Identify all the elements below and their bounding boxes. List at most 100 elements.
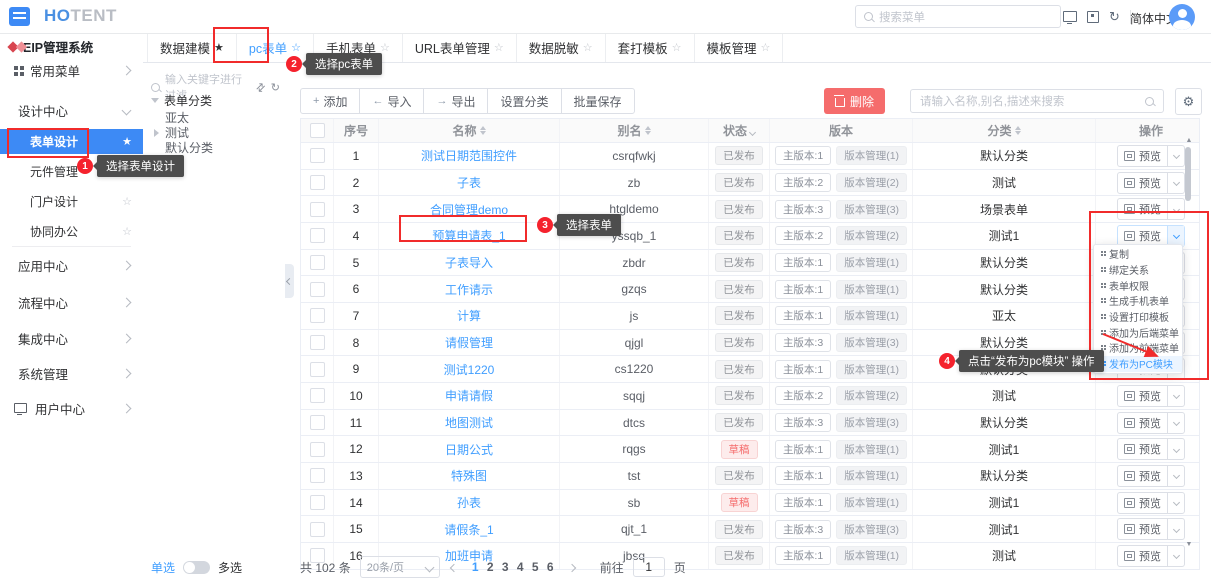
main-version-badge[interactable]: 主版本:3 (775, 200, 831, 219)
tree-node-默认分类[interactable]: 默认分类 (143, 140, 285, 155)
monitor-icon[interactable] (1063, 11, 1077, 22)
header-select-all[interactable] (301, 119, 334, 142)
preview-button-main[interactable]: 预览 (1118, 388, 1167, 404)
main-version-badge[interactable]: 主版本:3 (775, 333, 831, 352)
refresh-icon[interactable]: ↻ (271, 81, 280, 94)
sidebar-item-用户中心[interactable]: 用户中心 (0, 395, 143, 421)
sidebar-item-流程中心[interactable]: 流程中心 (0, 289, 143, 315)
version-mgmt-badge[interactable]: 版本管理(2) (836, 386, 907, 405)
checkbox[interactable] (310, 442, 325, 457)
checkbox[interactable] (310, 495, 325, 510)
action-dropdown-toggle[interactable] (1167, 519, 1184, 539)
form-name-link[interactable]: 地图测试 (445, 414, 493, 431)
form-name-link[interactable]: 合同管理demo (430, 201, 508, 218)
preview-button[interactable]: 预览 (1117, 198, 1185, 220)
checkbox[interactable] (310, 468, 325, 483)
preview-button-main[interactable]: 预览 (1118, 148, 1167, 164)
star-icon[interactable]: ☆ (122, 195, 132, 208)
sort-icon[interactable] (645, 126, 651, 135)
action-dropdown-toggle[interactable] (1167, 466, 1184, 486)
star-icon[interactable]: ☆ (761, 41, 771, 54)
page-number-5[interactable]: 5 (528, 560, 543, 574)
checkbox[interactable] (310, 415, 325, 430)
action-dropdown-toggle[interactable] (1167, 146, 1184, 166)
action-dropdown-toggle[interactable] (1167, 173, 1184, 193)
main-version-badge[interactable]: 主版本:1 (775, 493, 831, 512)
version-mgmt-badge[interactable]: 版本管理(1) (836, 440, 907, 459)
preview-button[interactable]: 预览 (1117, 172, 1185, 194)
checkbox[interactable] (310, 308, 325, 323)
single-select-label[interactable]: 单选 (151, 559, 175, 576)
fullscreen-icon[interactable] (1087, 11, 1099, 23)
form-name-link[interactable]: 子表导入 (445, 254, 493, 271)
sidebar-item-门户设计[interactable]: 门户设计☆ (0, 189, 143, 214)
main-version-badge[interactable]: 主版本:1 (775, 440, 831, 459)
version-mgmt-badge[interactable]: 版本管理(3) (836, 520, 907, 539)
main-version-badge[interactable]: 主版本:1 (775, 466, 831, 485)
preview-button-main[interactable]: 预览 (1118, 441, 1167, 457)
preview-button[interactable]: 预览 (1117, 412, 1185, 434)
action-dropdown-toggle[interactable] (1167, 439, 1184, 459)
main-version-badge[interactable]: 主版本:3 (775, 520, 831, 539)
checkbox[interactable] (310, 362, 325, 377)
version-mgmt-badge[interactable]: 版本管理(1) (836, 493, 907, 512)
version-mgmt-badge[interactable]: 版本管理(2) (836, 173, 907, 192)
preview-button-main[interactable]: 预览 (1118, 548, 1167, 564)
page-number-3[interactable]: 3 (498, 560, 513, 574)
dropdown-item-添加为后端菜单[interactable]: 添加为后端菜单 (1094, 324, 1182, 340)
form-name-link[interactable]: 孙表 (457, 494, 481, 511)
toolbar-button-导入[interactable]: ←导入 (359, 88, 424, 114)
tree-node-测试[interactable]: 测试 (143, 125, 285, 140)
version-mgmt-badge[interactable]: 版本管理(3) (836, 413, 907, 432)
tab-套打模板[interactable]: 套打模板☆ (606, 33, 695, 62)
refresh-icon[interactable]: ↻ (1109, 10, 1120, 23)
checkbox[interactable] (310, 175, 325, 190)
form-name-link[interactable]: 预算申请表_1 (432, 227, 505, 244)
preview-button-main[interactable]: 预览 (1118, 495, 1167, 511)
preview-button-main[interactable]: 预览 (1118, 228, 1167, 244)
tree-node-root[interactable]: 表单分类 (143, 93, 285, 108)
dropdown-item-发布为PC模块[interactable]: 发布为PC模块 (1094, 356, 1182, 372)
page-size-select[interactable]: 20条/页 (360, 556, 440, 578)
action-dropdown-toggle[interactable] (1167, 226, 1184, 246)
form-name-link[interactable]: 子表 (457, 174, 481, 191)
preview-button-main[interactable]: 预览 (1118, 415, 1167, 431)
dropdown-item-表单权限[interactable]: 表单权限 (1094, 277, 1182, 293)
main-version-badge[interactable]: 主版本:1 (775, 546, 831, 565)
star-icon[interactable]: ★ (214, 41, 224, 54)
checkbox[interactable] (310, 335, 325, 350)
star-icon[interactable]: ☆ (380, 41, 390, 54)
main-version-badge[interactable]: 主版本:1 (775, 360, 831, 379)
column-header-别名[interactable]: 别名 (560, 119, 709, 142)
tab-数据建模[interactable]: 数据建模★ (147, 33, 237, 62)
main-version-badge[interactable]: 主版本:1 (775, 306, 831, 325)
sort-icon[interactable] (1015, 126, 1021, 135)
preview-button[interactable]: 预览 (1117, 438, 1185, 460)
form-name-link[interactable]: 申请请假 (445, 387, 493, 404)
tab-URL表单管理[interactable]: URL表单管理☆ (403, 33, 517, 62)
form-name-link[interactable]: 工作请示 (445, 281, 493, 298)
action-dropdown-toggle[interactable] (1167, 413, 1184, 433)
tab-pc表单[interactable]: pc表单☆ (237, 33, 314, 62)
preview-button[interactable]: 预览 (1117, 545, 1185, 567)
checkbox[interactable] (310, 522, 325, 537)
scrollbar-down-arrow[interactable]: ▼ (1183, 541, 1195, 549)
form-name-link[interactable]: 日期公式 (445, 441, 493, 458)
sidebar-item-应用中心[interactable]: 应用中心 (0, 252, 143, 278)
main-version-badge[interactable]: 主版本:2 (775, 226, 831, 245)
dropdown-item-复制[interactable]: 复制 (1094, 246, 1182, 262)
tree-node-亚太[interactable]: 亚太 (143, 110, 285, 125)
version-mgmt-badge[interactable]: 版本管理(1) (836, 360, 907, 379)
column-header-版本[interactable]: 版本 (770, 119, 913, 142)
star-icon[interactable]: ★ (122, 135, 132, 148)
column-header-状态[interactable]: 状态 (709, 119, 770, 142)
column-header-名称[interactable]: 名称 (379, 119, 560, 142)
column-settings-button[interactable]: ⚙ (1175, 88, 1202, 115)
form-name-link[interactable]: 计算 (457, 307, 481, 324)
form-name-link[interactable]: 测试日期范围控件 (421, 147, 517, 164)
star-icon[interactable]: ☆ (583, 41, 593, 54)
checkbox[interactable] (310, 202, 325, 217)
dropdown-item-设置打印模板[interactable]: 设置打印模板 (1094, 309, 1182, 325)
checkbox[interactable] (310, 148, 325, 163)
sort-icon[interactable] (480, 126, 486, 135)
